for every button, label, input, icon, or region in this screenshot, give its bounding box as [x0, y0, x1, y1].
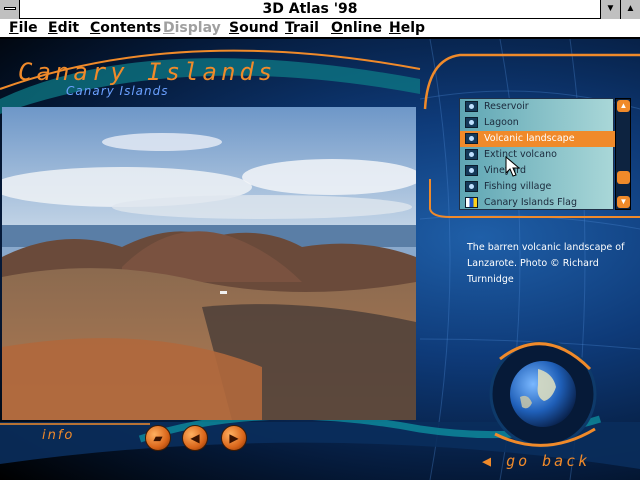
minimize-button[interactable]: ▼: [600, 0, 620, 19]
camera-icon: [465, 181, 478, 192]
menu-sound-label: ound: [239, 20, 279, 36]
menu-edit-label: dit: [57, 20, 80, 36]
scroll-down-button[interactable]: ▼: [617, 196, 630, 208]
camera-icon: [465, 165, 478, 176]
list-item-label: Fishing village: [484, 181, 552, 192]
scroll-up-button[interactable]: ▲: [617, 100, 630, 112]
list-item-label: Lagoon: [484, 117, 519, 128]
menu-display-mnemonic: D: [163, 20, 175, 36]
menu-file-label: ile: [18, 20, 38, 36]
info-button[interactable]: info: [42, 428, 74, 443]
go-back-arrow-icon: ◀: [482, 452, 495, 470]
landscape-image: [2, 107, 416, 420]
menu-help[interactable]: Help: [389, 20, 425, 36]
menu-display-label: isplay: [174, 20, 221, 36]
flag-icon: [465, 197, 478, 208]
camera-icon: [465, 133, 478, 144]
photo-list[interactable]: Reservoir Lagoon Volcanic landscape Exti…: [459, 98, 615, 211]
folder-icon: ▰: [153, 431, 163, 445]
system-menu-icon: [4, 7, 16, 10]
atlas-canvas: Canary Islands Canary Islands Reservoir …: [0, 39, 640, 480]
camera-icon: [465, 149, 478, 160]
menu-contents[interactable]: Contents: [90, 20, 161, 36]
globe-icon[interactable]: [508, 359, 578, 429]
list-item[interactable]: Fishing village: [460, 179, 615, 195]
back-button[interactable]: ◀: [182, 425, 208, 451]
menu-file[interactable]: File: [9, 20, 38, 36]
system-menu-button[interactable]: [0, 0, 20, 19]
camera-icon: [465, 101, 478, 112]
forward-arrow-icon: ▶: [229, 431, 239, 445]
maximize-button[interactable]: ▲: [620, 0, 640, 19]
window-title: 3D Atlas '98: [262, 1, 358, 17]
menu-trail-label: rail: [293, 20, 319, 36]
menu-online-mnemonic: O: [331, 20, 343, 36]
menu-contents-mnemonic: C: [90, 20, 101, 36]
menu-trail[interactable]: Trail: [285, 20, 319, 36]
menu-sound-mnemonic: S: [229, 20, 240, 36]
list-item-selected[interactable]: Volcanic landscape: [460, 131, 615, 147]
list-item-label: Canary Islands Flag: [484, 197, 578, 208]
list-item[interactable]: Canary Islands Flag: [460, 195, 615, 211]
menu-online[interactable]: Online: [331, 20, 382, 36]
volcanic-landscape-photo: [2, 107, 416, 420]
list-item-label: Reservoir: [484, 101, 529, 112]
list-item[interactable]: Reservoir: [460, 99, 615, 115]
folder-button[interactable]: ▰: [145, 425, 171, 451]
menu-contents-label: ontents: [100, 20, 162, 36]
list-item[interactable]: Vineyard: [460, 163, 615, 179]
menu-help-mnemonic: H: [389, 20, 401, 36]
list-item[interactable]: Lagoon: [460, 115, 615, 131]
menu-edit-mnemonic: E: [48, 20, 58, 36]
menu-bar: File Edit Contents Display Sound Trail O…: [0, 19, 640, 38]
menu-display[interactable]: Display: [163, 20, 221, 36]
menu-online-label: nline: [342, 20, 382, 36]
mouse-pointer-icon: [505, 156, 521, 177]
photo-list-scrollbar[interactable]: ▲ ▼: [615, 98, 631, 210]
menu-trail-mnemonic: T: [285, 20, 294, 36]
place-subtitle: Canary Islands: [66, 84, 169, 98]
go-back-label: go back: [506, 452, 591, 470]
camera-icon: [465, 117, 478, 128]
title-bar: 3D Atlas '98 ▼ ▲: [0, 0, 640, 19]
list-item[interactable]: Extinct volcano: [460, 147, 615, 163]
scroll-thumb[interactable]: [617, 171, 630, 184]
menu-sound[interactable]: Sound: [229, 20, 279, 36]
forward-button[interactable]: ▶: [221, 425, 247, 451]
go-back-button[interactable]: ◀ go back: [482, 452, 590, 470]
photo-caption: The barren volcanic landscape of Lanzaro…: [467, 242, 625, 285]
list-item-label: Volcanic landscape: [484, 133, 575, 144]
place-title: Canary Islands: [18, 58, 277, 86]
back-arrow-icon: ◀: [190, 431, 200, 445]
menu-file-mnemonic: F: [9, 20, 19, 36]
menu-edit[interactable]: Edit: [48, 20, 79, 36]
menu-help-label: elp: [400, 20, 426, 36]
